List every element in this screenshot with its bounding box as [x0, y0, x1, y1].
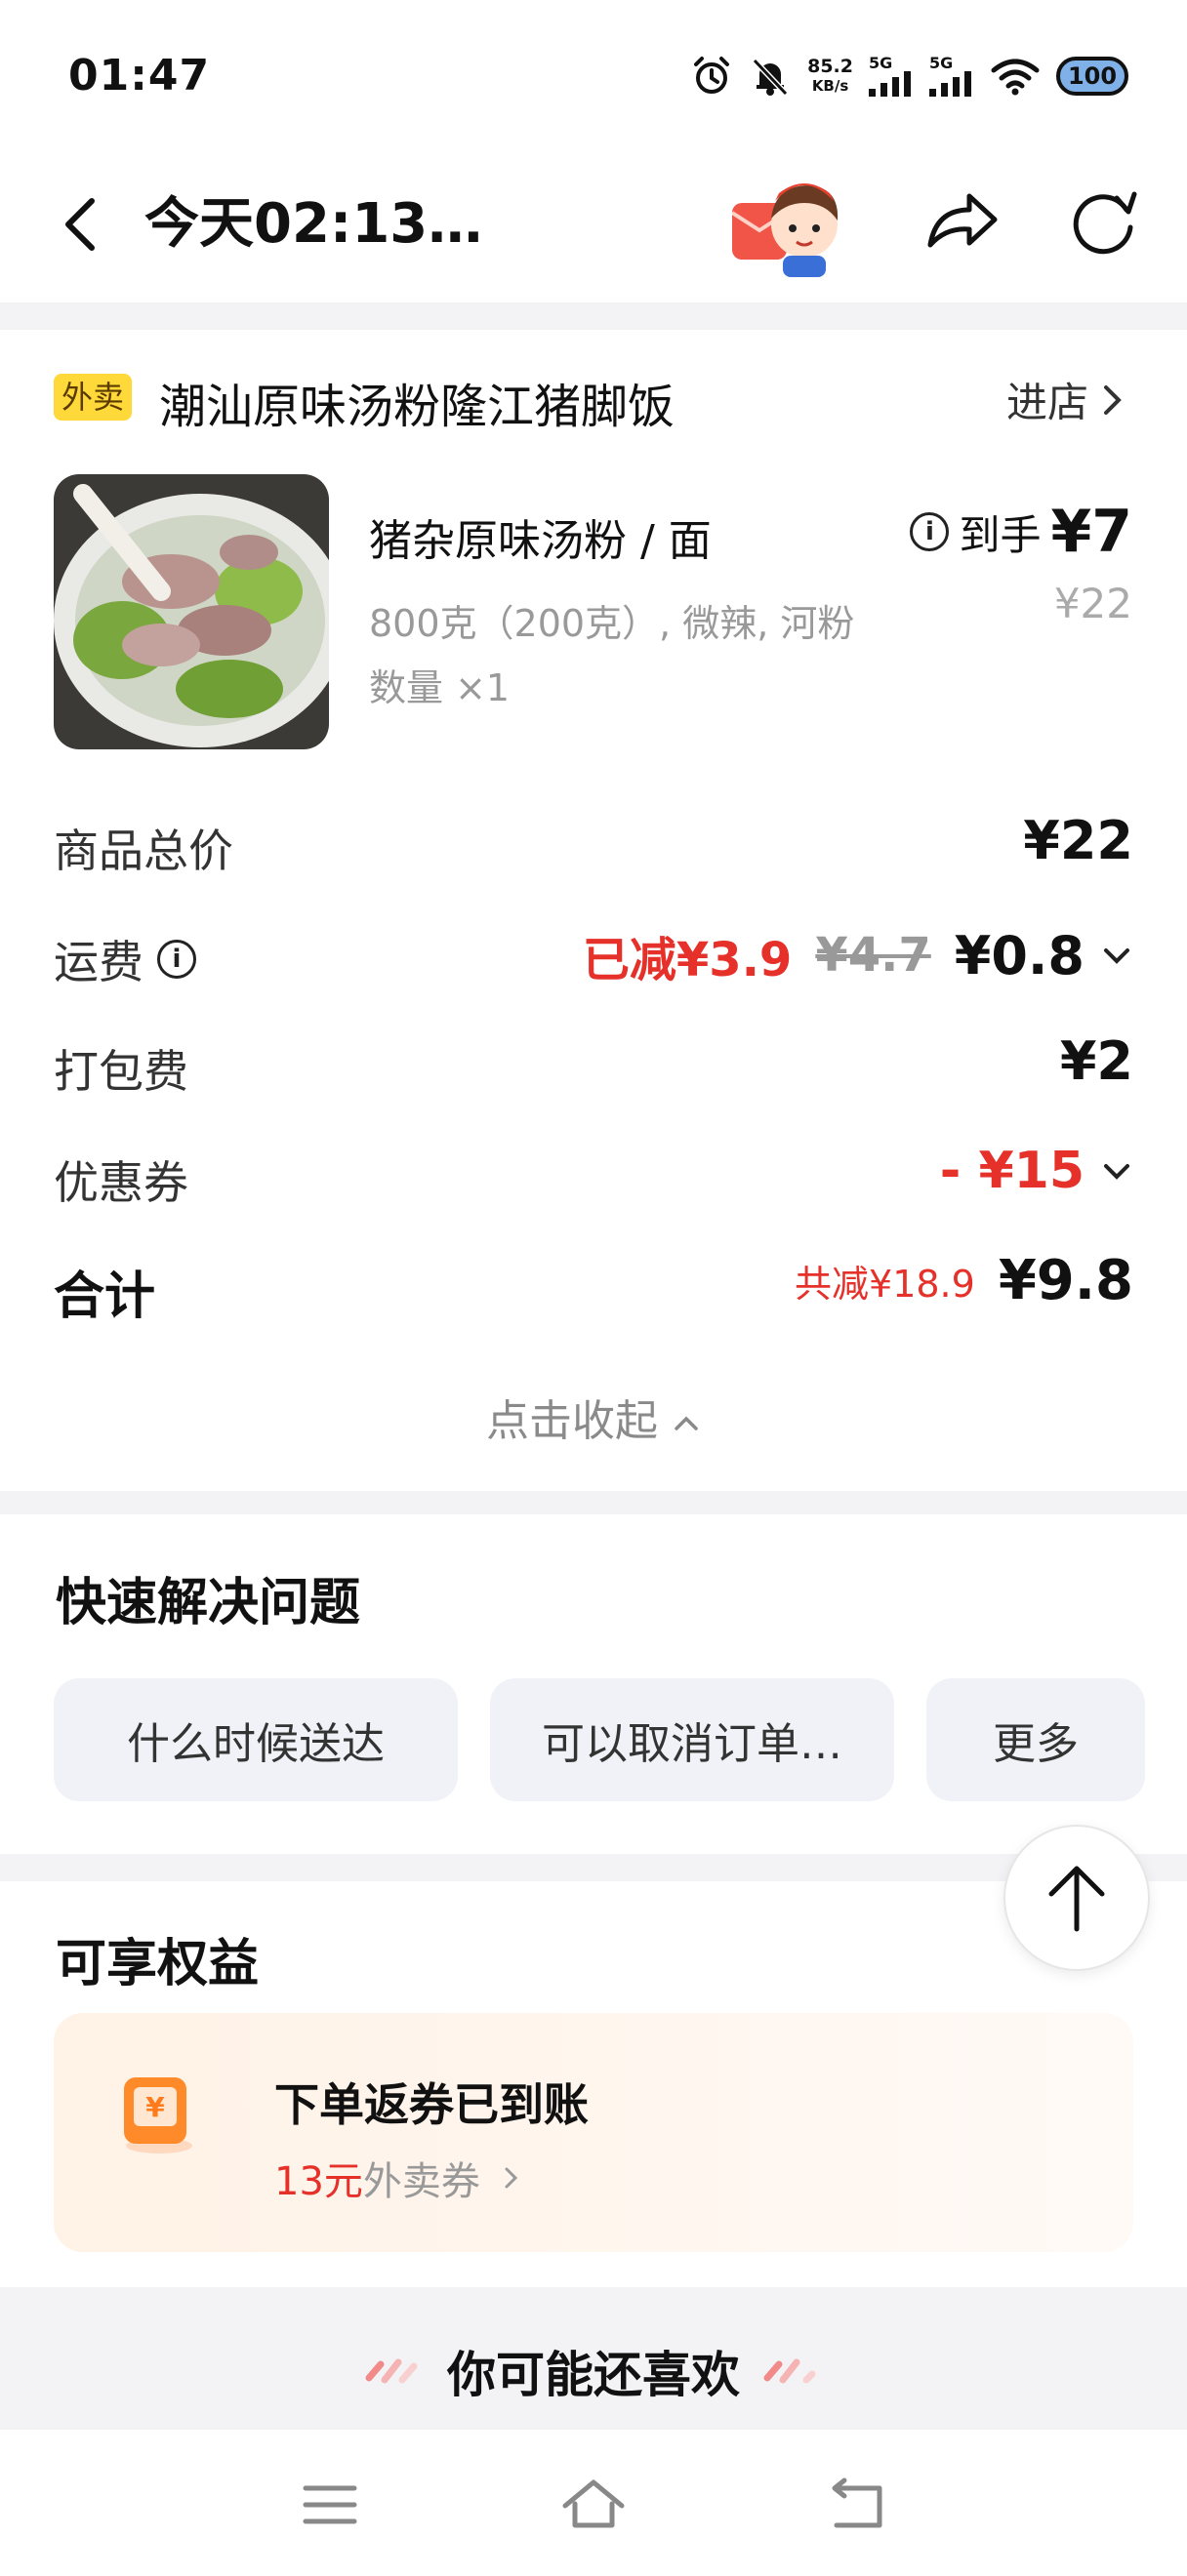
coupon-value: - ¥15	[939, 1142, 1085, 1200]
store-name[interactable]: 潮汕原味汤粉隆江猪脚饭	[159, 368, 675, 436]
benefits-title: 可享权益	[56, 1935, 260, 1993]
share-icon[interactable]	[922, 181, 1001, 259]
battery-icon: 100	[1056, 57, 1128, 96]
wifi-icon	[991, 59, 1040, 96]
chevron-down-icon[interactable]	[1100, 1154, 1133, 1187]
delivery-fee-label: 运费	[54, 936, 143, 988]
scroll-to-top-button[interactable]	[1003, 1825, 1150, 1971]
total-saved: 共减¥18.9	[795, 1263, 975, 1306]
goods-total-label: 商品总价	[54, 825, 233, 877]
product-image[interactable]	[54, 474, 329, 749]
delivery-fee-value: ¥0.8	[954, 924, 1085, 986]
status-time: 01:47	[68, 51, 211, 101]
back-icon[interactable]	[51, 185, 119, 263]
benefit-title: 下单返券已到账	[274, 2078, 589, 2131]
delivery-fee-row[interactable]: 运费 i 已减¥3.9 ¥4.7 ¥0.8	[54, 915, 1133, 993]
total-row: 合计 共减¥18.9 ¥9.8	[54, 1243, 1133, 1326]
benefit-coupon-type: 外卖券	[362, 2159, 480, 2204]
system-nav-bar	[0, 2430, 1187, 2576]
packing-fee-label: 打包费	[54, 1045, 188, 1098]
decor-left-icon	[365, 2358, 418, 2384]
order-card: 外卖 潮汕原味汤粉隆江猪脚饭 进店 猪杂原味汤粉 / 面 800克（200克）,…	[0, 330, 1187, 1491]
final-price-label: 到手	[959, 510, 1042, 559]
total-label: 合计	[54, 1268, 156, 1326]
quick-chip-cancel-order[interactable]: 可以取消订单…	[490, 1678, 894, 1801]
enter-store-button[interactable]: 进店	[1006, 370, 1124, 429]
chevron-right-icon	[1104, 384, 1122, 415]
recommend-heading: 你可能还喜欢	[0, 2313, 1187, 2430]
goods-total-value: ¥22	[1023, 810, 1133, 871]
signal-icon	[869, 71, 911, 97]
svg-text:¥: ¥	[145, 2091, 165, 2123]
collapse-label: 点击收起	[486, 1396, 658, 1446]
refresh-icon[interactable]	[1064, 181, 1142, 259]
signal-icon	[929, 71, 971, 97]
packing-fee-value: ¥2	[1059, 1030, 1133, 1092]
info-icon[interactable]: i	[157, 940, 196, 979]
coupon-return-banner[interactable]: ¥ 下单返券已到账 13元外卖券	[54, 2013, 1133, 2252]
final-price: i 到手 ¥7	[910, 498, 1132, 566]
back-nav-icon[interactable]	[823, 2471, 891, 2539]
chevron-down-icon[interactable]	[1100, 939, 1133, 972]
delivery-tag: 外卖	[54, 374, 133, 421]
quick-help-card: 快速解决问题 什么时候送达 可以取消订单… 更多	[0, 1514, 1187, 1854]
signal-2: 5G	[929, 56, 974, 97]
status-bar: 01:47 85.2 KB/s 5G 5G 100	[0, 0, 1187, 146]
chevron-up-icon	[675, 1416, 698, 1430]
nav-bar: 今天02:13…	[0, 146, 1187, 302]
coupon-icon: ¥	[124, 2077, 192, 2153]
menu-icon[interactable]	[296, 2471, 364, 2539]
alarm-icon	[694, 57, 730, 94]
final-price-value: ¥7	[1050, 498, 1133, 566]
enter-store-label: 进店	[1005, 379, 1088, 426]
delivery-saved: 已减¥3.9	[582, 933, 793, 987]
home-icon[interactable]	[559, 2471, 628, 2539]
goods-total-row: 商品总价 ¥22	[54, 804, 1133, 882]
chevron-right-icon	[505, 2167, 518, 2189]
total-value: ¥9.8	[998, 1249, 1133, 1312]
product-quantity: 数量 ×1	[369, 666, 511, 709]
quick-chip-more[interactable]: 更多	[926, 1678, 1145, 1801]
benefit-subtitle: 13元外卖券	[274, 2150, 521, 2206]
delivery-original: ¥4.7	[815, 928, 931, 983]
net-speed: 85.2 KB/s	[807, 56, 853, 95]
decor-right-icon	[763, 2358, 816, 2384]
signal-1: 5G	[869, 56, 914, 97]
arrow-up-icon	[1048, 1866, 1105, 1932]
product-spec: 800克（200克）, 微辣, 河粉	[369, 602, 855, 645]
coupon-label: 优惠券	[54, 1156, 188, 1209]
recommend-title: 你可能还喜欢	[447, 2347, 740, 2403]
quick-chip-delivery-time[interactable]: 什么时候送达	[54, 1678, 458, 1801]
product-name: 猪杂原味汤粉 / 面	[369, 516, 712, 566]
status-icons: 85.2 KB/s 5G 5G 100	[690, 47, 1128, 105]
collapse-button[interactable]: 点击收起	[0, 1386, 1187, 1448]
coupon-row[interactable]: 优惠券 - ¥15	[54, 1136, 1133, 1214]
benefits-card: 可享权益 ¥ 下单返券已到账 13元外卖券	[0, 1881, 1187, 2287]
original-price: ¥22	[1053, 580, 1132, 627]
quick-help-title: 快速解决问题	[56, 1574, 361, 1632]
info-icon[interactable]: i	[910, 512, 950, 551]
bell-muted-icon	[752, 58, 789, 97]
page-title: 今天02:13…	[144, 192, 483, 256]
store-row: 外卖 潮汕原味汤粉隆江猪脚饭 进店	[54, 374, 1133, 442]
benefit-amount: 13元	[274, 2159, 363, 2204]
mascot-icon[interactable]	[732, 164, 849, 281]
packing-fee-row: 打包费 ¥2	[54, 1025, 1133, 1103]
